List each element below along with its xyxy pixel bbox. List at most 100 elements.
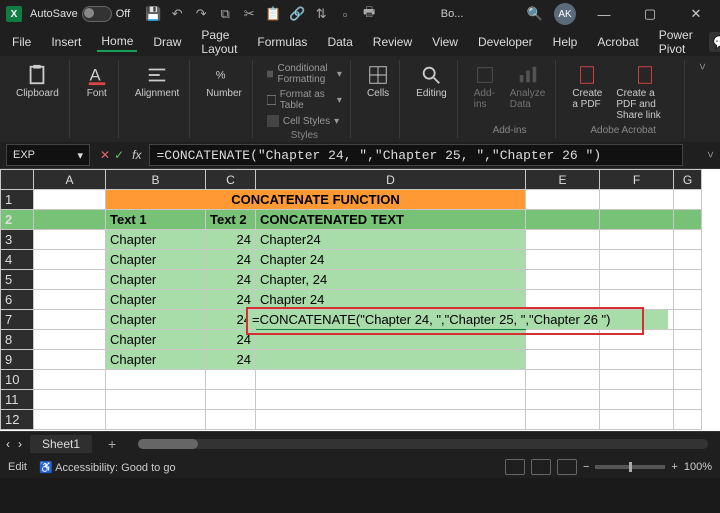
row-9[interactable]: 9	[1, 350, 34, 370]
cell-C9[interactable]: 24	[206, 350, 256, 370]
cell-title[interactable]: CONCATENATE FUNCTION	[106, 190, 526, 210]
cell-C8[interactable]: 24	[206, 330, 256, 350]
col-G[interactable]: G	[674, 170, 702, 190]
menu-developer[interactable]: Developer	[474, 33, 537, 51]
col-B[interactable]: B	[106, 170, 206, 190]
collapse-ribbon-icon[interactable]: ˅	[691, 60, 714, 138]
autosave-toggle[interactable]: AutoSave Off	[30, 6, 130, 22]
zoom-slider[interactable]	[595, 465, 665, 469]
row-7[interactable]: 7	[1, 310, 34, 330]
normal-view-icon[interactable]	[505, 459, 525, 475]
row-12[interactable]: 12	[1, 410, 34, 430]
number-button[interactable]: %Number	[202, 62, 246, 101]
formula-input[interactable]: =CONCATENATE("Chapter 24, ","Chapter 25,…	[149, 144, 683, 166]
cell-B2[interactable]: Text 1	[106, 210, 206, 230]
worksheet[interactable]: A B C D E F G 1CONCATENATE FUNCTION 2Tex…	[0, 169, 720, 431]
user-avatar[interactable]: AK	[554, 3, 576, 25]
grid[interactable]: A B C D E F G 1CONCATENATE FUNCTION 2Tex…	[0, 169, 702, 430]
zoom-level[interactable]: 100%	[684, 461, 712, 473]
cell-D6[interactable]: Chapter 24	[256, 290, 526, 310]
paste-icon[interactable]: 📋	[264, 5, 282, 23]
cut-icon[interactable]: ✂	[240, 5, 258, 23]
paste-button[interactable]: Clipboard	[12, 62, 63, 101]
accept-formula-icon[interactable]: ✓	[114, 148, 124, 162]
column-headers[interactable]: A B C D E F G	[1, 170, 702, 190]
row-6[interactable]: 6	[1, 290, 34, 310]
menu-page-layout[interactable]: Page Layout	[197, 26, 241, 58]
link-icon[interactable]: 🔗	[288, 5, 306, 23]
cell-D5[interactable]: Chapter, 24	[256, 270, 526, 290]
comments-icon[interactable]: 💬	[709, 32, 720, 52]
row-5[interactable]: 5	[1, 270, 34, 290]
close-icon[interactable]: ✕	[678, 0, 714, 28]
alignment-button[interactable]: Alignment	[131, 62, 183, 101]
col-F[interactable]: F	[600, 170, 674, 190]
cell-D7-overflow[interactable]: =CONCATENATE("Chapter 24, ","Chapter 25,…	[248, 310, 668, 329]
menu-home[interactable]: Home	[97, 32, 137, 52]
cell-D9[interactable]	[256, 350, 526, 370]
col-A[interactable]: A	[34, 170, 106, 190]
menu-data[interactable]: Data	[323, 33, 356, 51]
zoom-out-icon[interactable]: −	[583, 461, 589, 473]
cancel-formula-icon[interactable]: ✕	[100, 148, 110, 162]
fx-icon[interactable]: fx	[128, 148, 145, 162]
menu-acrobat[interactable]: Acrobat	[593, 33, 642, 51]
cell-B5[interactable]: Chapter	[106, 270, 206, 290]
search-icon[interactable]: 🔍	[526, 5, 544, 23]
cell-B7[interactable]: Chapter	[106, 310, 206, 330]
cell-D2[interactable]: CONCATENATED TEXT	[256, 210, 526, 230]
cell-D8[interactable]	[256, 330, 526, 350]
copy-icon[interactable]: ⧉	[216, 5, 234, 23]
next-sheet-icon[interactable]: ›	[18, 437, 22, 451]
share-pdf-button[interactable]: Create a PDF and Share link	[612, 62, 678, 123]
sheet-tab-1[interactable]: Sheet1	[30, 435, 92, 453]
expand-formula-icon[interactable]: ˅	[701, 148, 720, 162]
cell-D4[interactable]: Chapter 24	[256, 250, 526, 270]
menu-help[interactable]: Help	[549, 33, 582, 51]
save-icon[interactable]: 💾	[144, 5, 162, 23]
cell-C2[interactable]: Text 2	[206, 210, 256, 230]
name-box[interactable]: EXP▾	[6, 144, 90, 166]
col-E[interactable]: E	[526, 170, 600, 190]
analyze-data-button[interactable]: Analyze Data	[506, 62, 550, 112]
page-break-view-icon[interactable]	[557, 459, 577, 475]
cell-B8[interactable]: Chapter	[106, 330, 206, 350]
cell-C4[interactable]: 24	[206, 250, 256, 270]
prev-sheet-icon[interactable]: ‹	[6, 437, 10, 451]
cell-C6[interactable]: 24	[206, 290, 256, 310]
menu-review[interactable]: Review	[369, 33, 416, 51]
cell-C5[interactable]: 24	[206, 270, 256, 290]
font-button[interactable]: AFont	[82, 62, 112, 101]
maximize-icon[interactable]: ▢	[632, 0, 668, 28]
cells-button[interactable]: Cells	[363, 62, 393, 101]
cell-B9[interactable]: Chapter	[106, 350, 206, 370]
page-layout-view-icon[interactable]	[531, 459, 551, 475]
cell-C3[interactable]: 24	[206, 230, 256, 250]
menu-power-pivot[interactable]: Power Pivot	[655, 26, 697, 58]
row-8[interactable]: 8	[1, 330, 34, 350]
cell-styles-button[interactable]: Cell Styles ▾	[265, 114, 344, 128]
cell-B4[interactable]: Chapter	[106, 250, 206, 270]
undo-icon[interactable]: ↶	[168, 5, 186, 23]
chevron-down-icon[interactable]: ▾	[77, 149, 83, 162]
add-sheet-icon[interactable]: +	[100, 436, 124, 452]
cell-D3[interactable]: Chapter24	[256, 230, 526, 250]
minimize-icon[interactable]: —	[586, 0, 622, 28]
col-D[interactable]: D	[256, 170, 526, 190]
cell-B3[interactable]: Chapter	[106, 230, 206, 250]
zoom-in-icon[interactable]: +	[671, 461, 677, 473]
row-10[interactable]: 10	[1, 370, 34, 390]
row-1[interactable]: 1	[1, 190, 34, 210]
conditional-formatting-button[interactable]: Conditional Formatting ▾	[265, 62, 344, 86]
print-icon[interactable]: 🖶	[360, 5, 378, 23]
redo-icon[interactable]: ↷	[192, 5, 210, 23]
menu-draw[interactable]: Draw	[149, 33, 185, 51]
col-C[interactable]: C	[206, 170, 256, 190]
addins-button[interactable]: Add-ins	[470, 62, 500, 112]
row-11[interactable]: 11	[1, 390, 34, 410]
menu-formulas[interactable]: Formulas	[253, 33, 311, 51]
row-3[interactable]: 3	[1, 230, 34, 250]
create-pdf-button[interactable]: Create a PDF	[568, 62, 606, 112]
toggle-off-icon[interactable]	[82, 6, 112, 22]
horizontal-scrollbar[interactable]	[138, 439, 708, 449]
